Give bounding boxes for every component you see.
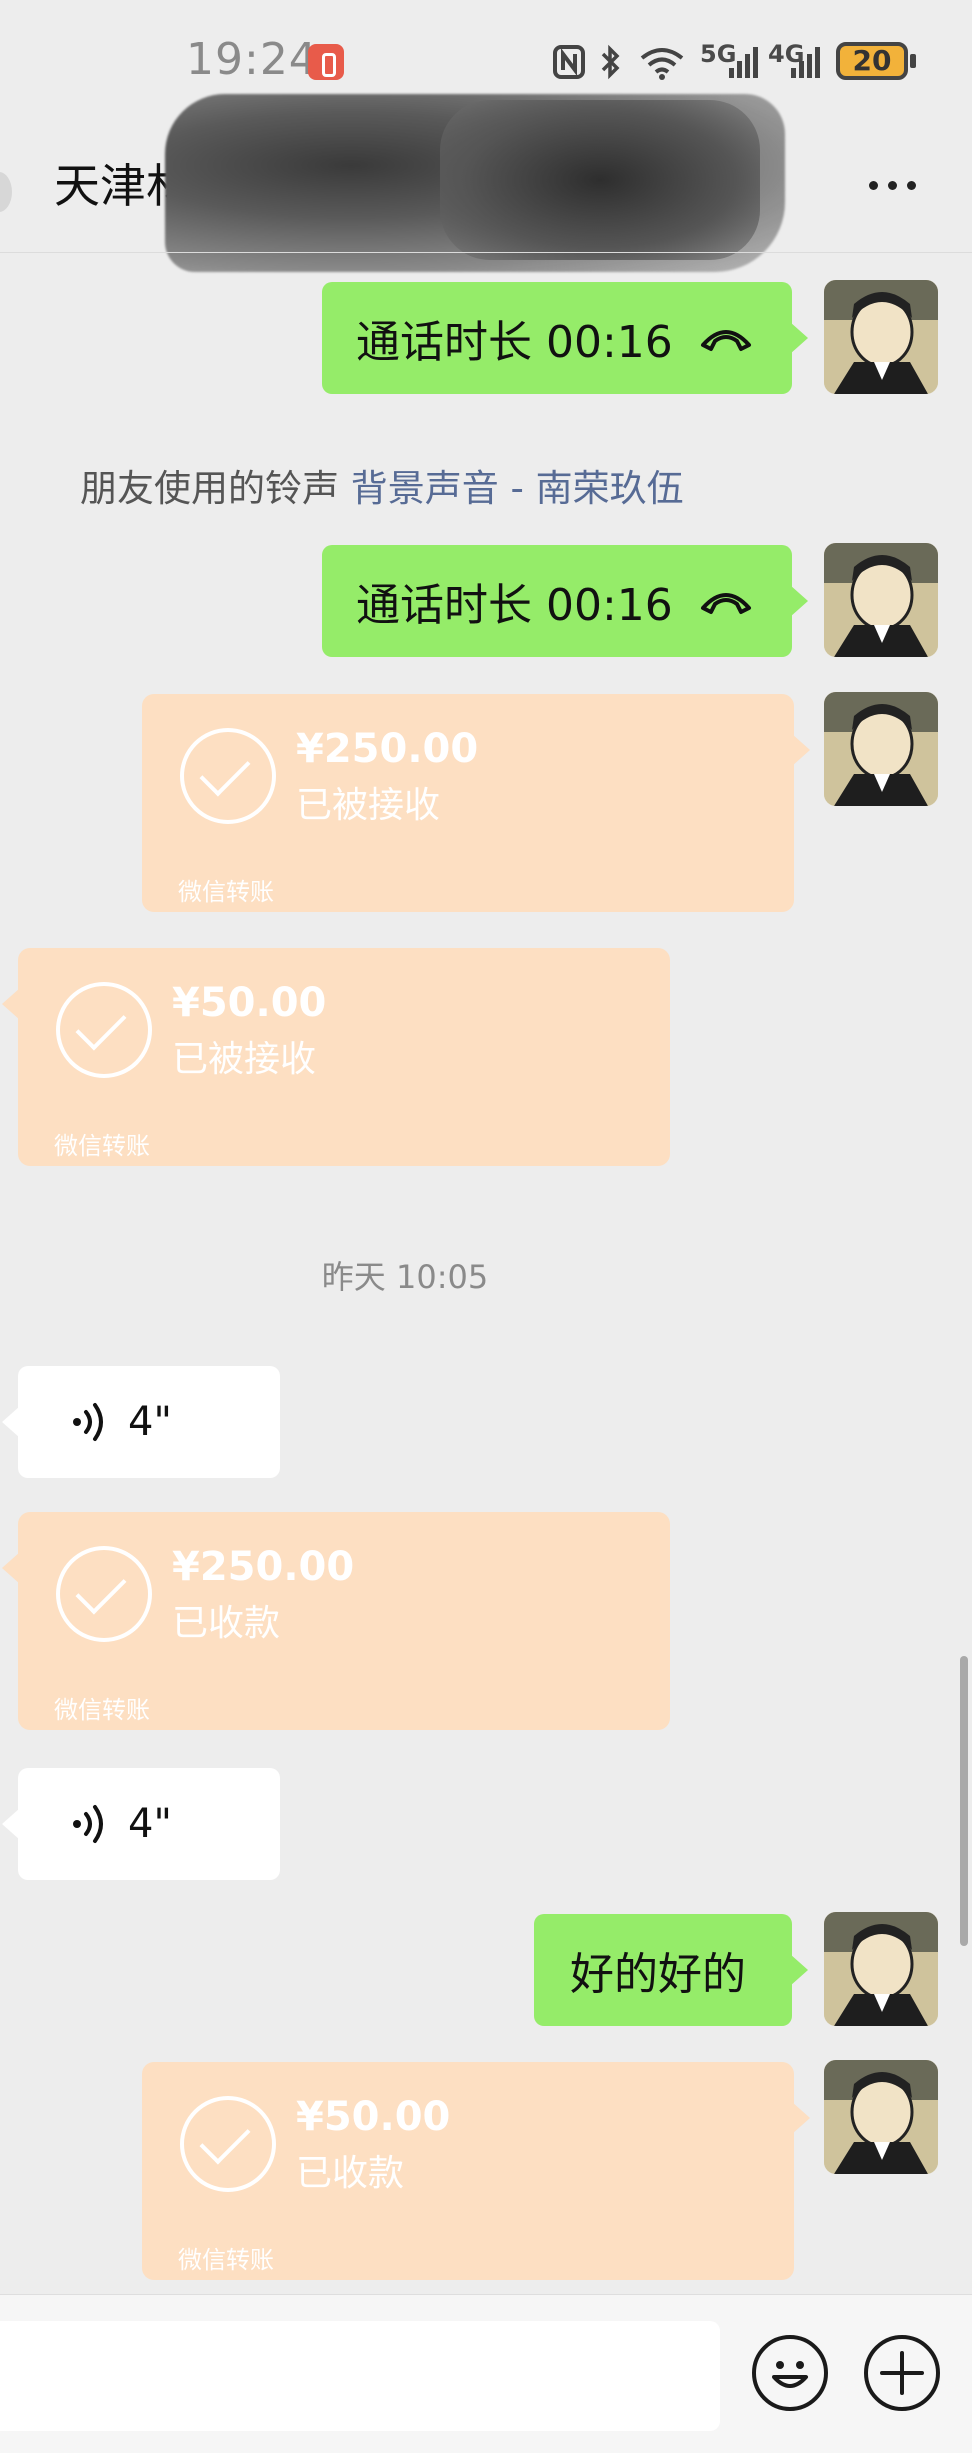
dot-icon — [887, 180, 897, 190]
header-divider — [0, 252, 972, 253]
status-time: 19:24 — [186, 34, 318, 85]
transfer-footer: 微信转账 — [178, 2246, 274, 2274]
message-text: 好的好的 — [570, 1949, 746, 2000]
transfer-amount: ¥250.00 — [296, 726, 479, 772]
transfer-card[interactable]: ¥250.00 已收款 微信转账 — [2, 1512, 670, 1730]
transfer-status: 已被接收 — [296, 785, 441, 826]
ringtone-link[interactable]: 背景声音 - 南荣玖伍 — [351, 467, 684, 510]
emoji-icon — [772, 2361, 808, 2388]
time-separator: 昨天 10:05 — [321, 1258, 489, 1296]
avatar[interactable] — [824, 280, 938, 394]
transfer-status: 已收款 — [296, 2153, 405, 2194]
plus-icon — [880, 2351, 924, 2395]
call-duration-bubble[interactable]: 通话时长 00:16 — [322, 282, 808, 394]
notification-icon — [308, 44, 344, 80]
avatar-image — [824, 280, 938, 394]
voice-message-bubble[interactable]: 4" — [2, 1768, 280, 1880]
transfer-status: 已收款 — [172, 1603, 281, 1644]
voice-duration: 4" — [128, 1399, 172, 1445]
check-circle-icon — [56, 1546, 152, 1642]
more-options-button[interactable] — [862, 170, 922, 200]
avatar[interactable] — [824, 543, 938, 657]
check-circle-icon — [180, 2096, 276, 2192]
chat-screen: 19:24 5G 4G 20 天津林 通话时长 00:16 朋友使用的铃声 背景… — [0, 0, 972, 2453]
battery-icon: 20 — [836, 42, 908, 80]
nfc-icon — [553, 45, 585, 79]
scrollbar[interactable] — [960, 1656, 968, 1946]
dot-icon — [906, 180, 916, 190]
hangup-icon — [700, 330, 751, 351]
voice-message-bubble[interactable]: 4" — [2, 1366, 280, 1478]
transfer-card[interactable]: ¥50.00 已被接收 微信转账 — [2, 948, 670, 1166]
avatar-image — [824, 692, 938, 806]
voice-icon — [73, 1805, 103, 1843]
back-button[interactable] — [0, 172, 12, 212]
avatar[interactable] — [824, 1912, 938, 2026]
avatar[interactable] — [824, 692, 938, 806]
dot-icon — [868, 180, 878, 190]
transfer-card[interactable]: ¥250.00 已被接收 微信转账 — [142, 694, 810, 912]
input-bar — [0, 2294, 972, 2453]
battery-tip — [910, 54, 916, 68]
hangup-icon — [700, 593, 751, 614]
transfer-amount: ¥50.00 — [172, 980, 327, 1026]
ringtone-notice-prefix: 朋友使用的铃声 — [80, 467, 339, 510]
transfer-amount: ¥50.00 — [296, 2094, 451, 2140]
transfer-card[interactable]: ¥50.00 已收款 微信转账 — [142, 2062, 810, 2280]
message-input[interactable] — [0, 2321, 720, 2431]
battery-level: 20 — [852, 44, 892, 77]
avatar-image — [824, 2060, 938, 2174]
bluetooth-icon — [601, 44, 620, 80]
emoji-button[interactable] — [752, 2335, 828, 2411]
avatar[interactable] — [824, 2060, 938, 2174]
signal-4g-icon — [791, 47, 820, 78]
call-duration-text: 通话时长 00:16 — [356, 580, 673, 631]
transfer-footer: 微信转账 — [54, 1696, 150, 1724]
check-circle-icon — [180, 728, 276, 824]
redaction-scribble-dark — [440, 100, 760, 260]
more-functions-button[interactable] — [864, 2335, 940, 2411]
ringtone-notice: 朋友使用的铃声 背景声音 - 南荣玖伍 — [80, 458, 684, 512]
transfer-footer: 微信转账 — [178, 878, 274, 906]
voice-duration: 4" — [128, 1801, 172, 1847]
text-message-bubble[interactable]: 好的好的 — [534, 1914, 808, 2026]
call-duration-text: 通话时长 00:16 — [356, 317, 673, 368]
voice-icon — [73, 1403, 103, 1441]
transfer-status: 已被接收 — [172, 1039, 317, 1080]
signal-5g-icon — [729, 47, 758, 78]
avatar-image — [824, 543, 938, 657]
avatar-image — [824, 1912, 938, 2026]
transfer-footer: 微信转账 — [54, 1132, 150, 1160]
call-duration-bubble[interactable]: 通话时长 00:16 — [322, 545, 808, 657]
check-circle-icon — [56, 982, 152, 1078]
transfer-amount: ¥250.00 — [172, 1544, 355, 1590]
wifi-icon — [640, 48, 684, 80]
